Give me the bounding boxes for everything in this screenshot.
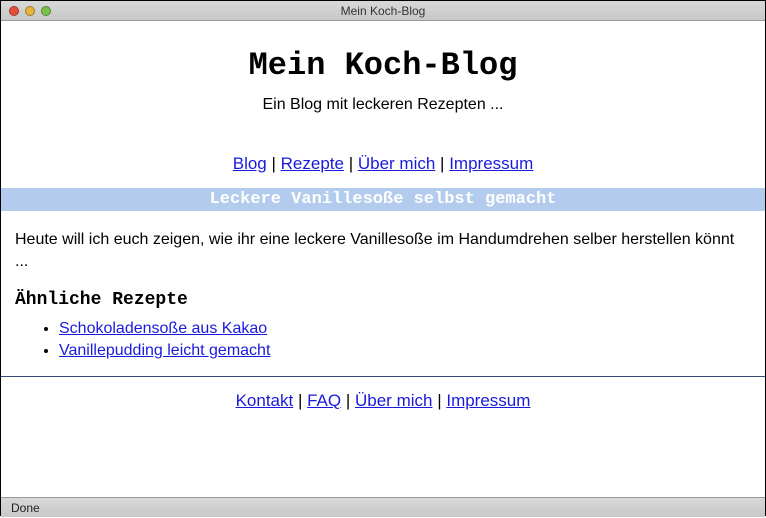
window-titlebar: Mein Koch-Blog: [1, 1, 765, 21]
list-item: Vanillepudding leicht gemacht: [59, 342, 751, 360]
page-subtitle: Ein Blog mit leckeren Rezepten ...: [1, 96, 765, 114]
nav-link-ueber-mich[interactable]: Über mich: [358, 154, 435, 173]
close-icon[interactable]: [9, 6, 19, 16]
page-content: Mein Koch-Blog Ein Blog mit leckeren Rez…: [1, 21, 765, 497]
footer-separator: |: [293, 391, 307, 410]
list-item: Schokoladensoße aus Kakao: [59, 320, 751, 338]
nav-separator: |: [267, 154, 281, 173]
status-bar: Done: [1, 497, 765, 517]
footer-separator: |: [432, 391, 446, 410]
footer-link-impressum[interactable]: Impressum: [446, 391, 530, 410]
page-title: Mein Koch-Blog: [1, 47, 765, 84]
footer-separator: |: [341, 391, 355, 410]
nav-separator: |: [435, 154, 449, 173]
footer-link-ueber-mich[interactable]: Über mich: [355, 391, 432, 410]
related-list: Schokoladensoße aus Kakao Vanillepudding…: [15, 320, 751, 360]
window-title: Mein Koch-Blog: [1, 1, 765, 21]
primary-nav: Blog | Rezepte | Über mich | Impressum: [1, 154, 765, 174]
nav-link-blog[interactable]: Blog: [233, 154, 267, 173]
footer-nav: Kontakt | FAQ | Über mich | Impressum: [1, 377, 765, 411]
related-heading: Ähnliche Rezepte: [15, 290, 751, 310]
footer-link-faq[interactable]: FAQ: [307, 391, 341, 410]
window-controls: [9, 6, 51, 16]
related-link[interactable]: Vanillepudding leicht gemacht: [59, 342, 270, 359]
article-paragraph: Heute will ich euch zeigen, wie ihr eine…: [15, 229, 751, 272]
nav-separator: |: [344, 154, 358, 173]
nav-link-rezepte[interactable]: Rezepte: [281, 154, 344, 173]
status-text: Done: [11, 501, 40, 515]
zoom-icon[interactable]: [41, 6, 51, 16]
minimize-icon[interactable]: [25, 6, 35, 16]
related-link[interactable]: Schokoladensoße aus Kakao: [59, 320, 267, 337]
article-title-bar: Leckere Vanillesoße selbst gemacht: [1, 188, 765, 211]
nav-link-impressum[interactable]: Impressum: [449, 154, 533, 173]
article-body: Heute will ich euch zeigen, wie ihr eine…: [1, 211, 765, 360]
footer-link-kontakt[interactable]: Kontakt: [236, 391, 294, 410]
